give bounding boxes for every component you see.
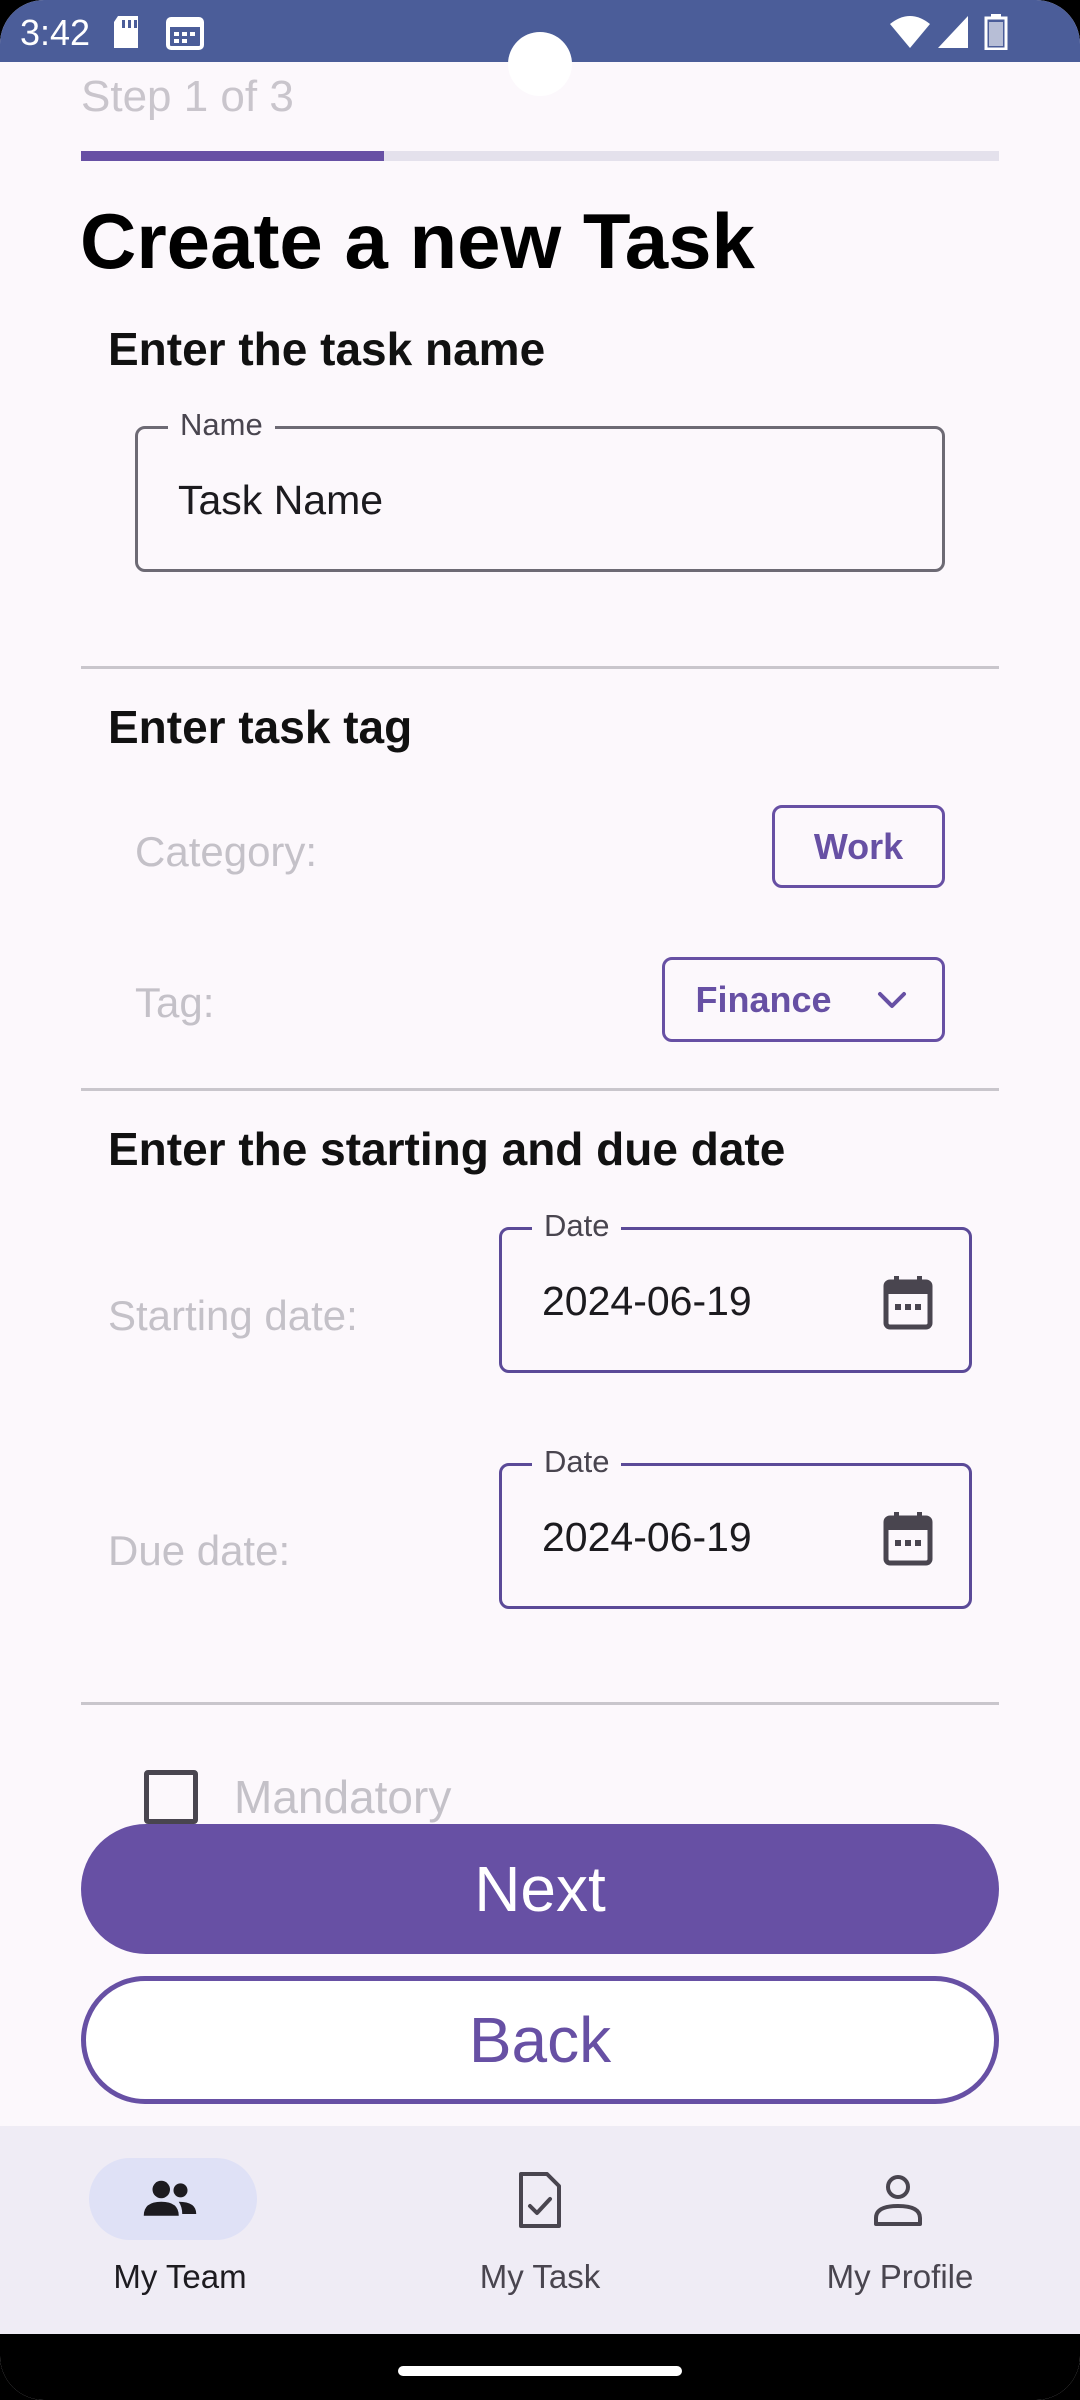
starting-date-field-label: Date	[532, 1208, 622, 1244]
section-title-dates: Enter the starting and due date	[108, 1123, 786, 1175]
category-value: Work	[813, 825, 904, 867]
sd-card-icon	[114, 16, 138, 48]
app-screen: 3:42 Step 1 of 3 Create a new Task Enter…	[0, 0, 1080, 2400]
next-button-label: Next	[474, 1853, 606, 1925]
task-check-icon	[519, 2172, 561, 2228]
group-icon	[143, 2180, 197, 2216]
section-title-task-tag: Enter task tag	[108, 701, 413, 753]
page-title: Create a new Task	[80, 197, 755, 285]
starting-date-label: Starting date:	[108, 1292, 358, 1339]
person-icon	[874, 2175, 922, 2226]
step-progress-bar	[81, 151, 999, 161]
section-divider	[81, 1702, 999, 1705]
nav-item-my-task[interactable]: My Task	[360, 2126, 720, 2334]
step-indicator-text: Step 1 of 3	[81, 72, 294, 121]
calendar-icon[interactable]	[883, 1276, 933, 1330]
gesture-navigation-bar	[0, 2334, 1080, 2400]
section-divider	[81, 1088, 999, 1091]
due-date-field-label: Date	[532, 1444, 622, 1480]
task-name-field[interactable]: Name Task Name	[135, 407, 945, 572]
bottom-navigation: My Team My Task My Profile	[0, 2126, 1080, 2334]
calendar-icon[interactable]	[883, 1512, 933, 1566]
tag-label: Tag:	[135, 979, 215, 1026]
due-date-field[interactable]: Date 2024-06-19	[499, 1444, 972, 1609]
back-button-label: Back	[468, 2004, 612, 2076]
mandatory-label: Mandatory	[234, 1771, 452, 1823]
task-name-field-label: Name	[168, 407, 275, 443]
tag-dropdown-value: Finance	[695, 978, 832, 1020]
calendar-icon	[166, 17, 204, 50]
next-button[interactable]: Next	[81, 1824, 999, 1954]
section-title-task-name: Enter the task name	[108, 323, 546, 375]
due-date-value[interactable]: 2024-06-19	[542, 1514, 752, 1561]
step-progress-fill	[81, 151, 384, 161]
status-time: 3:42	[20, 12, 91, 53]
wifi-icon	[890, 16, 930, 48]
category-label: Category:	[135, 828, 318, 875]
mandatory-checkbox[interactable]	[144, 1770, 198, 1824]
chevron-down-icon	[877, 991, 906, 1008]
starting-date-value[interactable]: 2024-06-19	[542, 1278, 752, 1325]
category-button[interactable]: Work	[772, 805, 945, 888]
task-name-field-value[interactable]: Task Name	[178, 477, 383, 524]
starting-date-field[interactable]: Date 2024-06-19	[499, 1208, 972, 1373]
home-gesture-handle[interactable]	[398, 2366, 682, 2376]
signal-icon	[938, 16, 968, 48]
battery-icon	[984, 14, 1008, 50]
nav-label-my-profile: My Profile	[826, 2258, 974, 2295]
back-button[interactable]: Back	[81, 1976, 999, 2104]
nav-item-my-profile[interactable]: My Profile	[720, 2126, 1080, 2334]
section-divider	[81, 666, 999, 669]
camera-cutout	[508, 32, 572, 96]
status-bar: 3:42	[0, 0, 1080, 96]
tag-dropdown[interactable]: Finance	[662, 957, 945, 1042]
nav-label-my-team: My Team	[113, 2258, 247, 2295]
due-date-label: Due date:	[108, 1527, 291, 1574]
nav-label-my-task: My Task	[479, 2258, 601, 2295]
nav-item-my-team[interactable]: My Team	[0, 2126, 360, 2334]
